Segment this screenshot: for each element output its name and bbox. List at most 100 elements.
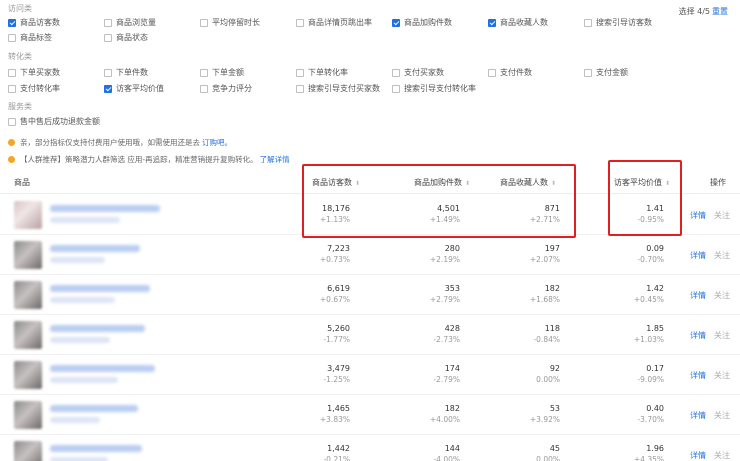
metric-refund-amount-option[interactable]: 售中售后成功退款金额	[8, 116, 100, 127]
metric-pay-conv-option[interactable]: 支付转化率	[8, 83, 60, 94]
product-thumbnail[interactable]	[14, 441, 42, 461]
table-row: 6,619 +0.67% 353 +2.79% 182 +1.68% 1.42 +0.45% 详…	[0, 275, 740, 315]
follow-link[interactable]: 关注	[714, 330, 730, 341]
metric-search-pay-conv-option[interactable]: 搜索引导支付转化率	[392, 83, 476, 94]
metric-product-status-option[interactable]: 商品状态	[104, 32, 148, 43]
checkbox-icon[interactable]	[104, 18, 112, 27]
product-thumbnail[interactable]	[14, 281, 42, 309]
group-title-conversion: 转化类	[8, 52, 32, 61]
cell-visitor-value: 1.42 +0.45%	[633, 284, 664, 304]
checkbox-icon[interactable]	[584, 68, 592, 77]
metric-pay-items-option[interactable]: 支付件数	[488, 67, 532, 78]
detail-link[interactable]: 详情	[690, 250, 706, 261]
col-product: 商品	[14, 178, 30, 187]
product-title-link[interactable]	[50, 325, 145, 332]
checkbox-icon[interactable]	[200, 68, 208, 77]
metric-search-pay-buyers-option[interactable]: 搜索引导支付买家数	[296, 83, 380, 94]
metric-competitiveness-option[interactable]: 竞争力评分	[200, 83, 252, 94]
metric-visitor-value-option[interactable]: 访客平均价值	[104, 83, 164, 94]
metric-visitors-option[interactable]: 商品访客数	[8, 17, 60, 28]
product-thumbnail[interactable]	[14, 321, 42, 349]
learn-more-link[interactable]: 了解详情	[260, 154, 290, 165]
metric-search-visitors-option[interactable]: 搜索引导访客数	[584, 17, 652, 28]
metric-pay-amount-option[interactable]: 支付金额	[584, 67, 628, 78]
metric-favorites-option[interactable]: 商品收藏人数	[488, 17, 548, 28]
cell-cart-items: 182 +4.00%	[429, 404, 460, 424]
product-subtitle	[50, 377, 118, 383]
checkbox-icon[interactable]	[104, 68, 112, 77]
reset-link[interactable]: 重置	[712, 7, 728, 16]
checkbox-icon[interactable]	[296, 68, 304, 77]
checkbox-icon[interactable]	[392, 84, 400, 93]
info-icon	[8, 156, 15, 163]
metric-avg-stay-option[interactable]: 平均停留时长	[200, 17, 260, 28]
detail-link[interactable]: 详情	[690, 290, 706, 301]
cell-favorites: 197 +2.07%	[529, 244, 560, 264]
product-title-link[interactable]	[50, 205, 160, 212]
product-title-link[interactable]	[50, 405, 138, 412]
checkbox-checked-icon[interactable]	[8, 18, 16, 27]
checkbox-checked-icon[interactable]	[392, 18, 400, 27]
cell-visitors: 6,619 +0.67%	[319, 284, 350, 304]
group-title-service: 服务类	[8, 102, 32, 111]
checkbox-icon[interactable]	[488, 68, 496, 77]
follow-link[interactable]: 关注	[714, 370, 730, 381]
detail-link[interactable]: 详情	[690, 410, 706, 421]
cell-favorites: 118 -0.84%	[533, 324, 560, 344]
table-row: 1,465 +3.83% 182 +4.00% 53 +3.92% 0.40 -3.70% 详情…	[0, 395, 740, 435]
metric-bounce-rate-option[interactable]: 商品详情页跳出率	[296, 17, 372, 28]
checkbox-icon[interactable]	[200, 18, 208, 27]
cell-visitors: 1,465 +3.83%	[319, 404, 350, 424]
detail-link[interactable]: 详情	[690, 450, 706, 461]
crowd-recommend-notice: 【人群推荐】策略潜力人群筛选 应用-再追踪，精准营销提升复购转化。 了解详情	[8, 154, 290, 165]
metric-order-amount-option[interactable]: 下单金额	[200, 67, 244, 78]
checkbox-icon[interactable]	[8, 68, 16, 77]
checkbox-icon[interactable]	[8, 117, 16, 126]
follow-link[interactable]: 关注	[714, 210, 730, 221]
product-thumbnail[interactable]	[14, 201, 42, 229]
product-title-link[interactable]	[50, 445, 142, 452]
cell-cart-items: 174 -2.79%	[433, 364, 460, 384]
product-subtitle	[50, 337, 110, 343]
checkbox-icon[interactable]	[200, 84, 208, 93]
cell-visitors: 1,442 -0.21%	[323, 444, 350, 461]
metric-order-conv-option[interactable]: 下单转化率	[296, 67, 348, 78]
cell-visitor-value: 0.09 -0.70%	[637, 244, 664, 264]
checkbox-icon[interactable]	[104, 33, 112, 42]
checkbox-icon[interactable]	[584, 18, 592, 27]
paid-metrics-notice: 亲，部分指标仅支持付费用户使用哦，如需使用还是去 订购吧。	[8, 137, 232, 148]
detail-link[interactable]: 详情	[690, 370, 706, 381]
metric-order-buyers-option[interactable]: 下单买家数	[8, 67, 60, 78]
metric-order-items-option[interactable]: 下单件数	[104, 67, 148, 78]
metric-product-tag-option[interactable]: 商品标签	[8, 32, 52, 43]
follow-link[interactable]: 关注	[714, 410, 730, 421]
checkbox-icon[interactable]	[296, 84, 304, 93]
product-subtitle	[50, 417, 100, 423]
follow-link[interactable]: 关注	[714, 450, 730, 461]
product-title-link[interactable]	[50, 365, 155, 372]
checkbox-icon[interactable]	[8, 84, 16, 93]
checkbox-checked-icon[interactable]	[104, 84, 112, 93]
detail-link[interactable]: 详情	[690, 330, 706, 341]
metric-pageviews-option[interactable]: 商品浏览量	[104, 17, 156, 28]
checkbox-icon[interactable]	[296, 18, 304, 27]
checkbox-icon[interactable]	[392, 68, 400, 77]
product-title-link[interactable]	[50, 285, 150, 292]
detail-link[interactable]: 详情	[690, 210, 706, 221]
product-title-link[interactable]	[50, 245, 140, 252]
product-thumbnail[interactable]	[14, 361, 42, 389]
highlight-box-metrics	[302, 164, 576, 238]
product-thumbnail[interactable]	[14, 401, 42, 429]
cell-favorites: 53 +3.92%	[529, 404, 560, 424]
product-subtitle	[50, 217, 120, 223]
follow-link[interactable]: 关注	[714, 290, 730, 301]
metric-pay-buyers-option[interactable]: 支付买家数	[392, 67, 444, 78]
checkbox-checked-icon[interactable]	[488, 18, 496, 27]
follow-link[interactable]: 关注	[714, 250, 730, 261]
subscribe-link[interactable]: 订购吧。	[202, 137, 232, 148]
product-subtitle	[50, 457, 108, 461]
cell-visitors: 3,479 -1.25%	[323, 364, 350, 384]
metric-cart-items-option[interactable]: 商品加购件数	[392, 17, 452, 28]
product-thumbnail[interactable]	[14, 241, 42, 269]
checkbox-icon[interactable]	[8, 33, 16, 42]
